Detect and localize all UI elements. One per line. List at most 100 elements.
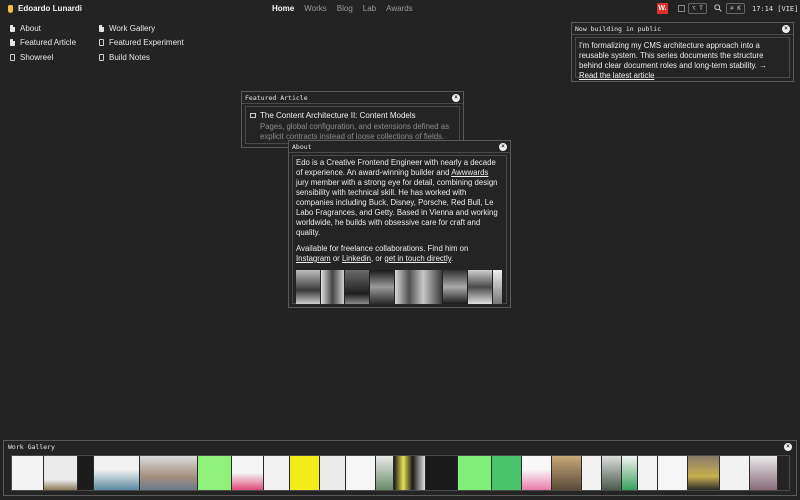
- read-latest-article-link[interactable]: Read the latest article: [579, 71, 654, 80]
- now-building-window[interactable]: Now building in public × I'm formalizing…: [571, 22, 794, 82]
- desktop-icon-featured-experiment[interactable]: Featured Experiment: [99, 38, 184, 47]
- contact-link[interactable]: get in touch directly: [384, 254, 451, 263]
- close-icon[interactable]: ×: [452, 94, 460, 102]
- gallery-thumbnail[interactable]: [320, 456, 346, 490]
- gallery-thumbnail[interactable]: [140, 456, 198, 490]
- window-content: Edo is a Creative Frontend Engineer with…: [292, 155, 507, 304]
- gallery-thumbnail[interactable]: [638, 456, 658, 490]
- gallery-thumbnail[interactable]: [346, 456, 376, 490]
- document-outline-icon: [99, 39, 104, 46]
- nav-works[interactable]: Works: [304, 4, 327, 13]
- photo-strip: [296, 270, 503, 304]
- gallery-thumbnails: [11, 455, 790, 491]
- gallery-thumbnail[interactable]: [720, 456, 750, 490]
- desktop-icon-label: About: [20, 24, 41, 33]
- window-titlebar[interactable]: Now building in public ×: [572, 23, 793, 35]
- logo-icon[interactable]: [8, 5, 13, 13]
- gallery-thumbnail[interactable]: [750, 456, 778, 490]
- gallery-thumbnail[interactable]: [658, 456, 688, 490]
- photo-thumbnail: [492, 270, 503, 304]
- folder-icon: [250, 113, 256, 118]
- gallery-thumbnail[interactable]: [458, 456, 492, 490]
- photo-thumbnail: [370, 270, 395, 304]
- nav-lab[interactable]: Lab: [363, 4, 376, 13]
- desktop-icon-about[interactable]: About: [10, 24, 41, 33]
- gallery-thumbnail[interactable]: [522, 456, 552, 490]
- about-paragraph: Edo is a Creative Frontend Engineer with…: [296, 158, 498, 237]
- document-outline-icon: [10, 54, 15, 61]
- grid-icon[interactable]: [678, 5, 685, 12]
- article-title[interactable]: The Content Architecture II: Content Mod…: [260, 111, 455, 120]
- close-icon[interactable]: ×: [784, 443, 792, 451]
- window-title: Featured Article: [245, 94, 308, 102]
- gallery-thumbnail[interactable]: [582, 456, 602, 490]
- about-text: Edo is a Creative Frontend Engineer with…: [293, 156, 506, 306]
- site-brand[interactable]: Edoardo Lunardi: [18, 4, 82, 13]
- photo-thumbnail: [467, 270, 493, 304]
- photo-thumbnail: [443, 270, 468, 304]
- photo-thumbnail: [345, 270, 371, 304]
- window-content: I'm formalizing my CMS architecture appr…: [575, 37, 790, 80]
- window-content: The Content Architecture II: Content Mod…: [245, 106, 460, 144]
- tag-shortcut-button[interactable]: ⌥ T: [688, 3, 707, 14]
- awwwards-link[interactable]: Awwwards: [451, 168, 488, 177]
- about-window[interactable]: About × Edo is a Creative Frontend Engin…: [288, 140, 511, 308]
- photo-thumbnail: [296, 270, 321, 304]
- window-title: Work Gallery: [8, 443, 55, 451]
- nav-awards[interactable]: Awards: [386, 4, 413, 13]
- desktop-icon-label: Work Gallery: [109, 24, 156, 33]
- gallery-thumbnail[interactable]: [394, 456, 426, 490]
- article-description: Pages, global configuration, and extensi…: [260, 122, 449, 141]
- gallery-thumbnail[interactable]: [492, 456, 522, 490]
- window-titlebar[interactable]: Work Gallery ×: [4, 441, 796, 452]
- gallery-thumbnail[interactable]: [12, 456, 44, 490]
- nav-blog[interactable]: Blog: [337, 4, 353, 13]
- desktop-icon-label: Showreel: [20, 53, 54, 62]
- awwwards-badge[interactable]: W.: [657, 3, 668, 14]
- gallery-thumbnail[interactable]: [232, 456, 264, 490]
- now-building-text: I'm formalizing my CMS architecture appr…: [576, 38, 789, 84]
- nav-home[interactable]: Home: [272, 4, 294, 13]
- window-titlebar[interactable]: About ×: [289, 141, 510, 153]
- gallery-thumbnail[interactable]: [78, 456, 94, 490]
- gallery-thumbnail[interactable]: [426, 456, 458, 490]
- gallery-thumbnail[interactable]: [622, 456, 638, 490]
- window-title: Now building in public: [575, 25, 662, 33]
- search-icon[interactable]: [714, 4, 722, 12]
- close-icon[interactable]: ×: [499, 143, 507, 151]
- desktop-icon-label: Featured Experiment: [109, 38, 184, 47]
- desktop-icon-label: Featured Article: [20, 38, 77, 47]
- work-gallery-window[interactable]: Work Gallery ×: [3, 440, 797, 496]
- window-titlebar[interactable]: Featured Article ×: [242, 92, 463, 104]
- now-building-description: I'm formalizing my CMS architecture appr…: [579, 41, 767, 70]
- clock: 17:14 [VIE]: [752, 5, 799, 13]
- linkedin-link[interactable]: Linkedin: [342, 254, 371, 263]
- window-title: About: [292, 143, 312, 151]
- search-shortcut-button[interactable]: ⌘ K: [726, 3, 745, 14]
- gallery-thumbnail[interactable]: [264, 456, 290, 490]
- gallery-thumbnail[interactable]: [94, 456, 140, 490]
- top-bar: Edoardo Lunardi Home Works Blog Lab Awar…: [0, 0, 800, 19]
- gallery-thumbnail[interactable]: [602, 456, 622, 490]
- close-icon[interactable]: ×: [782, 25, 790, 33]
- document-icon: [10, 39, 15, 46]
- document-outline-icon: [99, 54, 104, 61]
- gallery-thumbnail[interactable]: [688, 456, 720, 490]
- document-icon: [99, 25, 104, 32]
- main-nav: Home Works Blog Lab Awards: [272, 4, 423, 13]
- about-availability: Available for freelance collaborations. …: [296, 244, 469, 263]
- instagram-link[interactable]: Instagram: [296, 254, 331, 263]
- gallery-thumbnail[interactable]: [290, 456, 320, 490]
- desktop-icon-label: Build Notes: [109, 53, 150, 62]
- photo-thumbnail: [394, 270, 444, 304]
- desktop-icon-work-gallery[interactable]: Work Gallery: [99, 24, 155, 33]
- gallery-thumbnail[interactable]: [198, 456, 232, 490]
- photo-thumbnail: [320, 270, 346, 304]
- gallery-thumbnail[interactable]: [376, 456, 394, 490]
- desktop-icon-build-notes[interactable]: Build Notes: [99, 53, 150, 62]
- gallery-thumbnail[interactable]: [44, 456, 78, 490]
- desktop-icon-featured-article[interactable]: Featured Article: [10, 38, 76, 47]
- document-icon: [10, 25, 15, 32]
- desktop-icon-showreel[interactable]: Showreel: [10, 53, 53, 62]
- gallery-thumbnail[interactable]: [552, 456, 582, 490]
